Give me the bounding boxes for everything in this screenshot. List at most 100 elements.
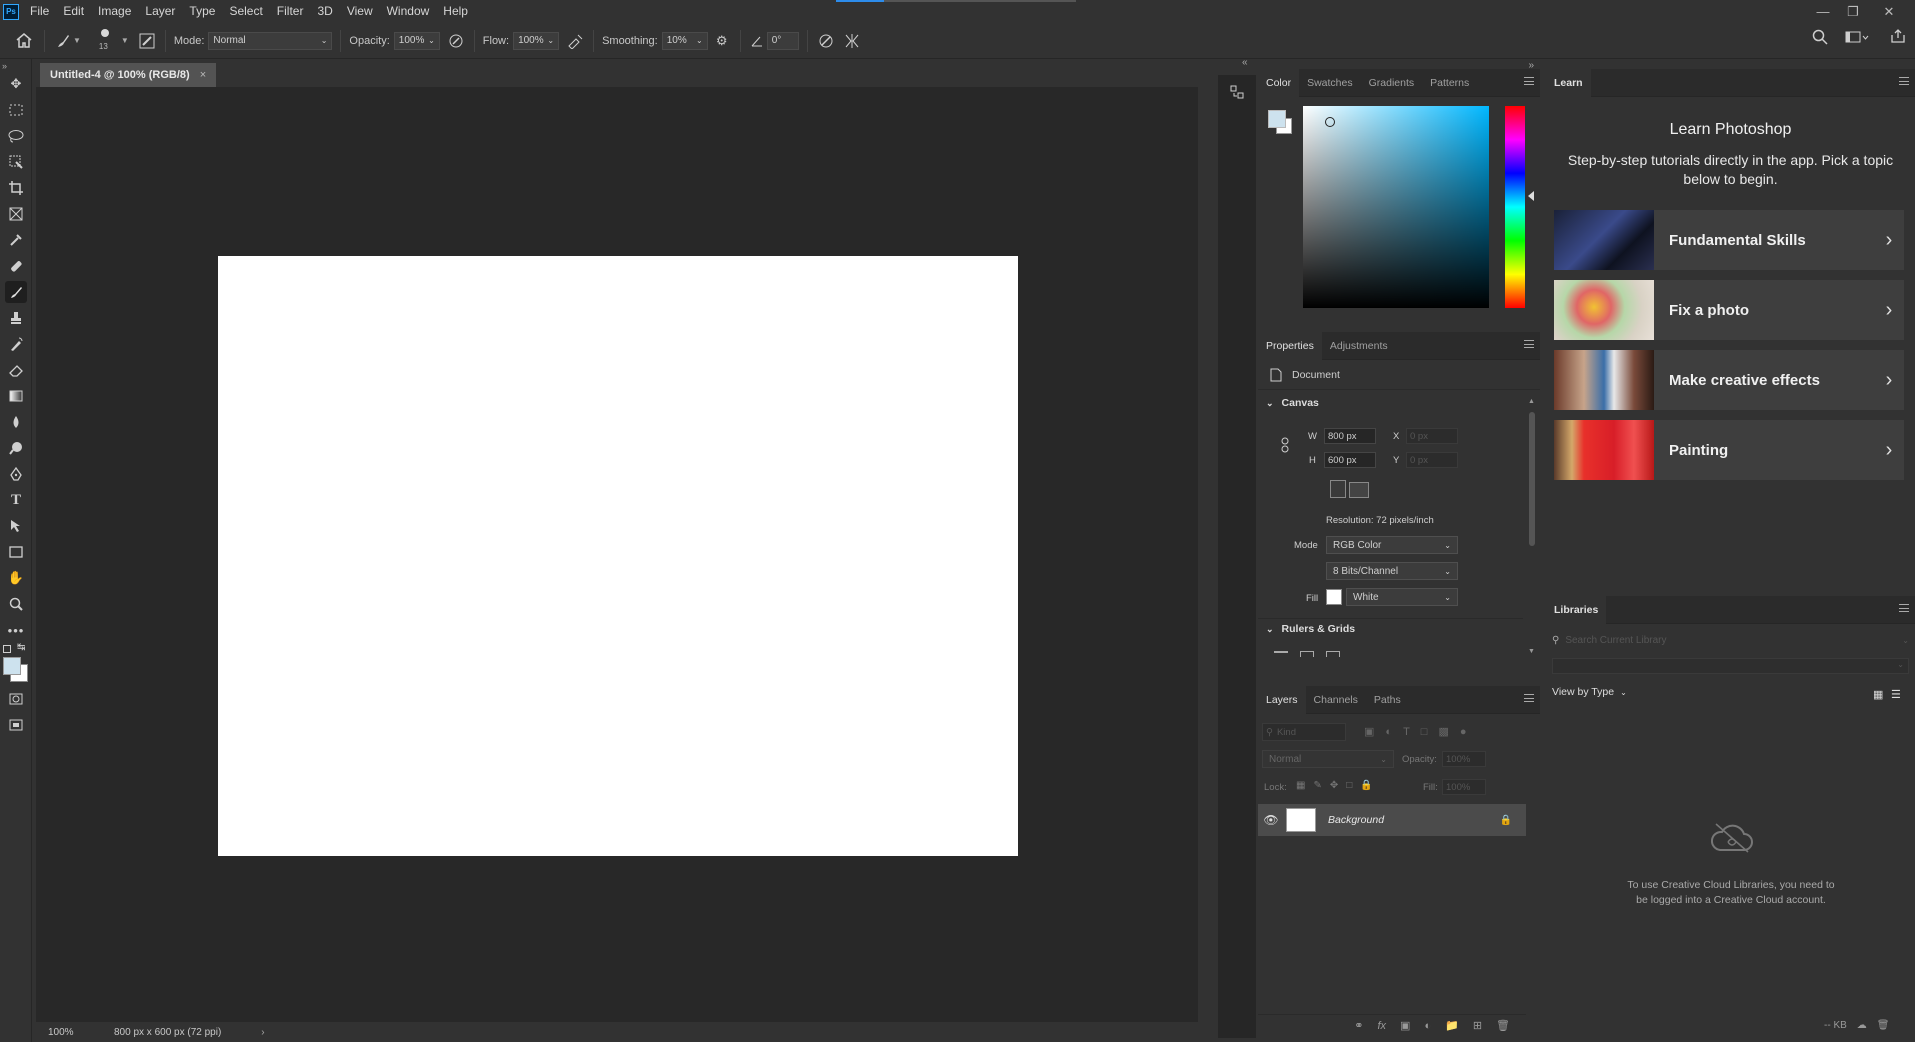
workspace-icon[interactable]: [1845, 31, 1869, 46]
rulers-section-header[interactable]: ⌄ Rulers & Grids: [1266, 623, 1355, 635]
object-selection-tool-icon[interactable]: [5, 151, 27, 173]
link-dimensions-icon[interactable]: [1280, 437, 1290, 456]
flow-field[interactable]: 100% ⌄: [513, 31, 560, 50]
view-by-type-dropdown[interactable]: View by Type ⌄: [1552, 686, 1627, 698]
learn-card-fundamental-skills[interactable]: Fundamental Skills ›: [1554, 210, 1904, 270]
new-layer-icon[interactable]: ⊞: [1473, 1019, 1482, 1032]
grid-icon[interactable]: [1300, 651, 1314, 657]
lasso-tool-icon[interactable]: [5, 125, 27, 147]
lock-transparent-icon[interactable]: ▦: [1296, 780, 1305, 791]
scroll-down-icon[interactable]: ▼: [1528, 648, 1535, 655]
fx-icon[interactable]: fx: [1377, 1020, 1386, 1032]
panel-menu-icon[interactable]: [1899, 77, 1909, 85]
gear-icon[interactable]: ⚙: [712, 31, 732, 51]
restore-icon[interactable]: ❐: [1838, 0, 1868, 23]
menu-window[interactable]: Window: [380, 0, 437, 23]
scrollbar-thumb[interactable]: [1529, 412, 1535, 546]
tab-color[interactable]: Color: [1258, 68, 1300, 97]
collapse-panels-icon[interactable]: «: [1242, 57, 1248, 68]
menu-edit[interactable]: Edit: [56, 0, 91, 23]
clone-stamp-tool-icon[interactable]: [5, 307, 27, 329]
new-adjustment-icon[interactable]: ◐: [1424, 1020, 1431, 1032]
search-icon[interactable]: [1812, 29, 1828, 48]
eyedropper-tool-icon[interactable]: [5, 229, 27, 251]
brush-tool-icon[interactable]: [5, 281, 27, 303]
tab-libraries[interactable]: Libraries: [1546, 595, 1607, 624]
crop-tool-icon[interactable]: [5, 177, 27, 199]
filter-adjustment-icon[interactable]: ◐: [1385, 726, 1392, 738]
tab-layers[interactable]: Layers: [1258, 685, 1306, 714]
lock-icon[interactable]: 🔒: [1500, 815, 1512, 826]
type-tool-icon[interactable]: T: [5, 489, 27, 511]
filter-pixel-icon[interactable]: ▣: [1364, 725, 1374, 738]
filter-type-icon[interactable]: T: [1403, 726, 1410, 738]
layer-name[interactable]: Background: [1328, 814, 1500, 826]
healing-brush-tool-icon[interactable]: [5, 255, 27, 277]
height-input[interactable]: 600 px: [1324, 452, 1376, 468]
library-select-dropdown[interactable]: ⌄: [1552, 658, 1909, 674]
close-tab-icon[interactable]: ×: [200, 69, 206, 81]
scroll-up-icon[interactable]: ▲: [1528, 398, 1535, 405]
foreground-color-swatch[interactable]: [3, 657, 21, 675]
share-icon[interactable]: [1890, 28, 1906, 47]
delete-layer-icon[interactable]: 🗑: [1496, 1019, 1510, 1032]
zoom-level[interactable]: 100%: [48, 1027, 98, 1038]
learn-card-fix-a-photo[interactable]: Fix a photo ›: [1554, 280, 1904, 340]
move-tool-icon[interactable]: ✥: [5, 73, 27, 95]
grid-view-icon[interactable]: ▦: [1873, 688, 1883, 701]
home-icon[interactable]: [12, 31, 36, 51]
brush-size-picker[interactable]: 13: [95, 27, 117, 55]
mode-dropdown[interactable]: Normal ⌄: [208, 31, 333, 50]
angle-field[interactable]: 0°: [766, 31, 799, 50]
delete-library-icon[interactable]: 🗑: [1877, 1020, 1890, 1031]
dodge-tool-icon[interactable]: [5, 437, 27, 459]
quick-mask-icon[interactable]: [5, 688, 27, 710]
brush-preset-icon[interactable]: [53, 31, 73, 51]
properties-scrollbar[interactable]: ▲ ▼: [1528, 398, 1536, 656]
hand-tool-icon[interactable]: ✋: [5, 567, 27, 589]
close-window-icon[interactable]: ✕: [1874, 0, 1904, 23]
brush-size-dropdown[interactable]: ▼: [121, 36, 129, 45]
rectangle-tool-icon[interactable]: [5, 541, 27, 563]
panel-menu-icon[interactable]: [1524, 340, 1534, 348]
airbrush-icon[interactable]: [565, 31, 585, 51]
tab-patterns[interactable]: Patterns: [1422, 69, 1477, 97]
hue-slider[interactable]: [1505, 106, 1525, 308]
swap-colors-icon[interactable]: ↹: [17, 642, 25, 653]
portrait-orientation-icon[interactable]: [1330, 480, 1346, 498]
default-colors-icon[interactable]: [3, 645, 11, 653]
symmetry-icon[interactable]: [842, 31, 862, 51]
landscape-orientation-icon[interactable]: [1349, 482, 1369, 498]
fill-color-swatch[interactable]: [1326, 589, 1342, 605]
learn-card-painting[interactable]: Painting ›: [1554, 420, 1904, 480]
tab-adjustments[interactable]: Adjustments: [1322, 332, 1396, 360]
color-mode-dropdown[interactable]: RGB Color ⌄: [1326, 536, 1458, 554]
minimize-icon[interactable]: —: [1808, 0, 1838, 23]
filter-toggle-icon[interactable]: ●: [1460, 726, 1467, 738]
list-view-icon[interactable]: ☰: [1891, 688, 1901, 701]
cloud-sync-icon[interactable]: ☁: [1857, 1020, 1867, 1031]
menu-3d[interactable]: 3D: [310, 0, 339, 23]
layer-row[interactable]: 👁 Background 🔒: [1258, 804, 1526, 836]
tab-swatches[interactable]: Swatches: [1299, 69, 1361, 97]
lock-pixels-icon[interactable]: ✎: [1313, 780, 1321, 791]
lock-artboard-icon[interactable]: □: [1346, 780, 1352, 791]
screen-mode-icon[interactable]: [5, 714, 27, 736]
fill-dropdown[interactable]: White ⌄: [1346, 588, 1458, 606]
canvas-section-header[interactable]: ⌄ Canvas: [1258, 390, 1540, 416]
library-search[interactable]: ⚲ Search Current Library ⌄: [1552, 631, 1909, 649]
document-tab[interactable]: Untitled-4 @ 100% (RGB/8) ×: [40, 63, 217, 87]
tab-paths[interactable]: Paths: [1366, 686, 1409, 714]
menu-file[interactable]: File: [23, 0, 56, 23]
add-mask-icon[interactable]: ▣: [1400, 1019, 1410, 1032]
pen-tool-icon[interactable]: [5, 463, 27, 485]
foreground-color-chip[interactable]: [1268, 110, 1286, 128]
ruler-icon[interactable]: [1274, 651, 1288, 657]
document-canvas[interactable]: [218, 256, 1018, 856]
brush-preset-dropdown[interactable]: ▼: [73, 36, 81, 45]
menu-view[interactable]: View: [340, 0, 380, 23]
pressure-size-icon[interactable]: [816, 31, 836, 51]
menu-image[interactable]: Image: [91, 0, 138, 23]
frame-tool-icon[interactable]: [5, 203, 27, 225]
blur-tool-icon[interactable]: [5, 411, 27, 433]
